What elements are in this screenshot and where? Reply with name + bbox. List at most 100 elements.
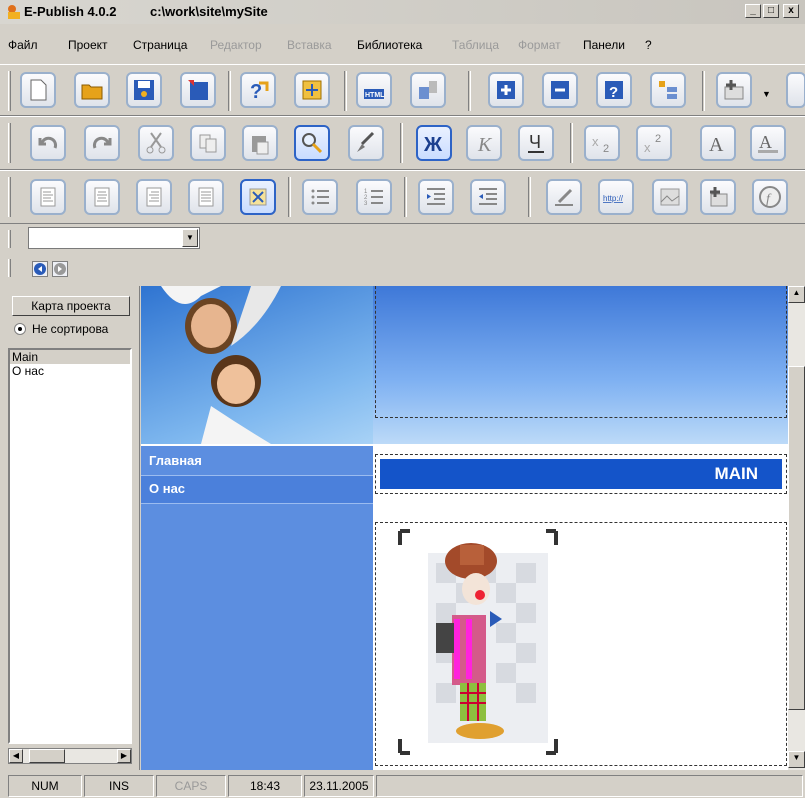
status-ins: INS	[84, 775, 154, 797]
scroll-down-icon[interactable]: ▼	[788, 751, 805, 768]
find-button[interactable]	[294, 125, 330, 161]
bold-button[interactable]: Ж	[416, 125, 452, 161]
style-select[interactable]: ▼	[28, 227, 200, 249]
add-page-icon	[497, 81, 515, 99]
tree-item-main[interactable]: Main	[10, 350, 130, 364]
tree-item-about[interactable]: О нас	[10, 364, 130, 378]
nav-item-about[interactable]: О нас	[141, 476, 373, 504]
outdent-button[interactable]	[470, 179, 506, 215]
open-button[interactable]	[74, 72, 110, 108]
page-preview[interactable]: Главная О нас MAIN	[141, 286, 788, 770]
superscript-button[interactable]: x2	[636, 125, 672, 161]
bullet-list-button[interactable]	[302, 179, 338, 215]
image-map-button[interactable]	[652, 179, 688, 215]
menu-project[interactable]: Проект	[68, 38, 108, 52]
toolbar-grip[interactable]	[8, 71, 11, 111]
indent-button[interactable]	[418, 179, 454, 215]
title-bar: E-Publish 4.0.2 c:\work\site\mySite _ □ …	[0, 0, 805, 24]
subscript-button[interactable]: x2	[584, 125, 620, 161]
numbered-list-button[interactable]: 123	[356, 179, 392, 215]
radio-icon[interactable]	[14, 323, 26, 335]
add-table-button[interactable]	[716, 72, 752, 108]
redo-button[interactable]	[84, 125, 120, 161]
add-page-button[interactable]	[488, 72, 524, 108]
menu-format[interactable]: Формат	[518, 38, 561, 52]
status-date: 23.11.2005	[304, 775, 374, 797]
paste-button[interactable]	[242, 125, 278, 161]
vertical-scroll-thumb[interactable]	[788, 366, 805, 710]
sort-radio[interactable]: Не сортирова	[14, 322, 108, 336]
help-arrow-button[interactable]: ?	[240, 72, 276, 108]
undo-button[interactable]	[30, 125, 66, 161]
brush-icon	[357, 131, 375, 152]
menu-table[interactable]: Таблица	[452, 38, 499, 52]
edit-button[interactable]	[546, 179, 582, 215]
format-brush-button[interactable]	[348, 125, 384, 161]
save-button[interactable]	[126, 72, 162, 108]
scroll-left-icon[interactable]: ◀	[9, 749, 23, 763]
svg-text:Ж: Ж	[423, 134, 443, 156]
menu-panels[interactable]: Панели	[583, 38, 625, 52]
scroll-up-icon[interactable]: ▲	[788, 286, 805, 303]
page-tree-button[interactable]	[650, 72, 686, 108]
nav-item-home[interactable]: Главная	[141, 448, 373, 476]
svg-text:К: К	[477, 134, 493, 156]
menu-library[interactable]: Библиотека	[357, 38, 422, 52]
help-button[interactable]: ?	[596, 72, 632, 108]
menu-file[interactable]: Файл	[8, 38, 38, 52]
project-tree[interactable]: Main О нас	[8, 348, 132, 744]
heading-block[interactable]: MAIN	[375, 454, 787, 494]
new-document-button[interactable]	[20, 72, 56, 108]
menu-bar: Файл Проект Страница Редактор Вставка Би…	[0, 38, 805, 58]
align-right-icon	[146, 187, 162, 207]
align-center-button[interactable]	[84, 179, 120, 215]
align-right-button[interactable]	[136, 179, 172, 215]
insert-table-button[interactable]	[700, 179, 736, 215]
html-button[interactable]: HTML	[356, 72, 392, 108]
italic-button[interactable]: К	[466, 125, 502, 161]
align-left-button[interactable]	[30, 179, 66, 215]
svg-text:2: 2	[603, 143, 609, 155]
font-highlight-button[interactable]: A	[750, 125, 786, 161]
cut-button[interactable]	[138, 125, 174, 161]
vertical-scrollbar[interactable]: ▲ ▼	[788, 286, 805, 770]
overflow-button[interactable]	[786, 72, 805, 108]
scroll-right-icon[interactable]: ▶	[117, 749, 131, 763]
justify-icon	[198, 187, 214, 207]
dropdown-arrow-icon[interactable]: ▼	[762, 89, 771, 99]
maximize-button[interactable]: □	[763, 4, 779, 18]
save-as-button[interactable]	[180, 72, 216, 108]
justify-button[interactable]	[188, 179, 224, 215]
redo-icon	[92, 136, 112, 149]
back-button[interactable]	[32, 261, 48, 277]
header-placeholder[interactable]	[375, 286, 787, 418]
menu-page[interactable]: Страница	[133, 38, 187, 52]
svg-text:x: x	[644, 140, 651, 155]
minimize-button[interactable]: _	[745, 4, 761, 18]
project-map-button[interactable]: Карта проекта	[12, 296, 130, 316]
sort-label: Не сортирова	[32, 322, 109, 336]
horizontal-scrollbar[interactable]: ◀ ▶	[8, 748, 132, 764]
underline-button[interactable]: Ч	[518, 125, 554, 161]
image-block[interactable]	[375, 522, 787, 766]
scroll-thumb[interactable]	[29, 749, 65, 763]
image-button[interactable]	[240, 179, 276, 215]
chevron-down-icon[interactable]: ▼	[182, 229, 198, 247]
link-button[interactable]: http://	[598, 179, 634, 215]
status-bar: NUM INS CAPS 18:43 23.11.2005	[0, 772, 805, 798]
page-tree-icon	[659, 81, 677, 99]
menu-editor[interactable]: Редактор	[210, 38, 262, 52]
remove-page-button[interactable]	[542, 72, 578, 108]
close-button[interactable]: x	[783, 4, 799, 18]
copy-button[interactable]	[190, 125, 226, 161]
publish-button[interactable]	[410, 72, 446, 108]
svg-text:A: A	[759, 132, 772, 152]
toolbar-file: ? HTML ? ▼	[0, 64, 805, 116]
menu-insert[interactable]: Вставка	[287, 38, 332, 52]
menu-help[interactable]: ?	[645, 38, 652, 52]
forward-button[interactable]	[52, 261, 68, 277]
function-button[interactable]: f	[752, 179, 788, 215]
insert-object-button[interactable]	[294, 72, 330, 108]
italic-icon: К	[477, 134, 493, 156]
font-color-button[interactable]: A	[700, 125, 736, 161]
